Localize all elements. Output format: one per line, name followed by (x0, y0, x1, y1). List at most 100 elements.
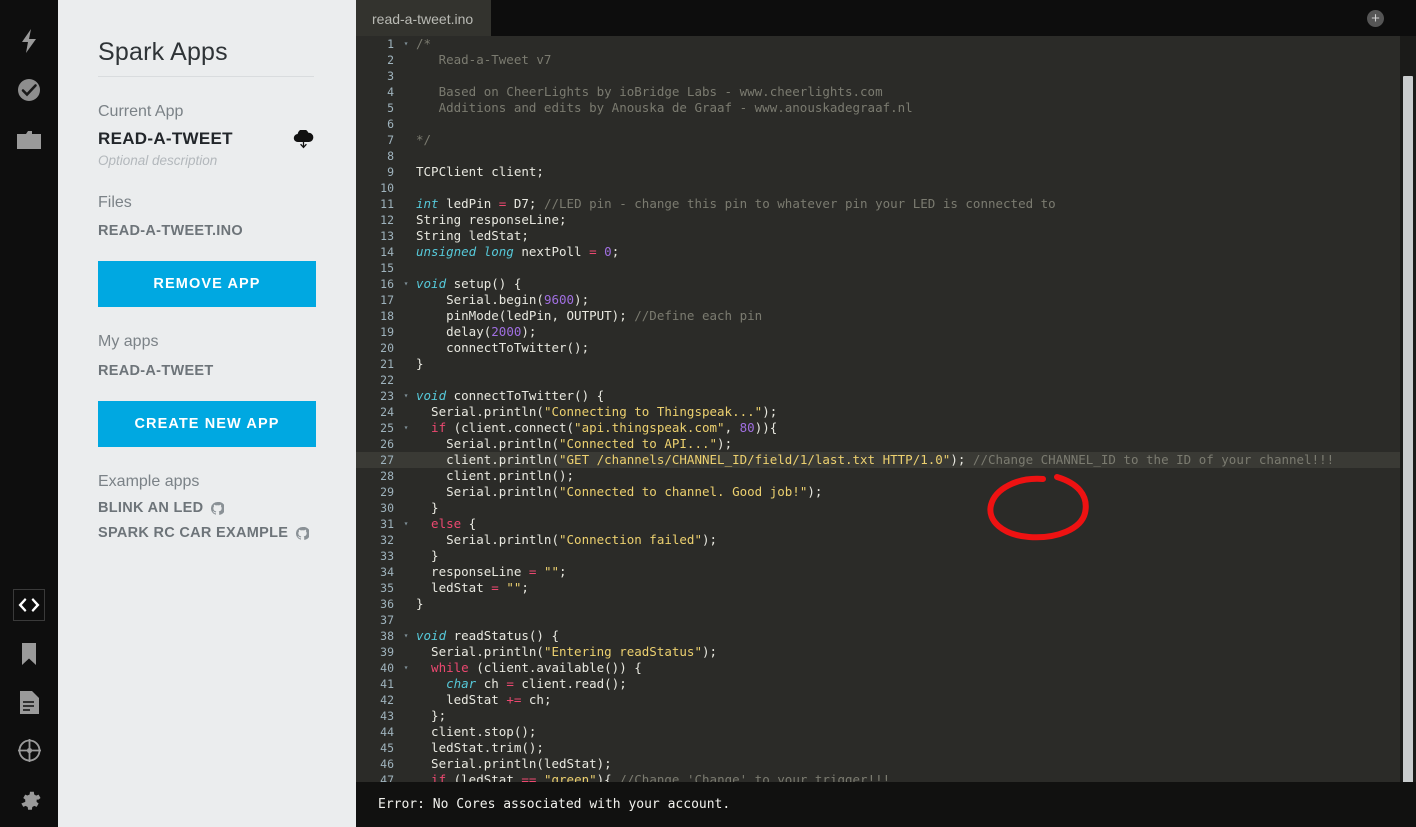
add-tab-icon[interactable]: + (1367, 10, 1384, 27)
code-line[interactable]: 8 (356, 148, 1416, 164)
line-number: 27 (380, 453, 394, 467)
code-line[interactable]: 17 Serial.begin(9600); (356, 292, 1416, 308)
code-line[interactable]: 31 ▾ else { (356, 516, 1416, 532)
github-icon[interactable] (211, 501, 225, 515)
line-number: 1 (387, 37, 394, 51)
folder-icon[interactable] (14, 124, 44, 154)
current-app-label: Current App (98, 103, 184, 120)
code-line[interactable]: 28 client.println(); (356, 468, 1416, 484)
code-line[interactable]: 24 Serial.println("Connecting to Thingsp… (356, 404, 1416, 420)
code-line[interactable]: 26 Serial.println("Connected to API...")… (356, 436, 1416, 452)
gear-icon[interactable] (14, 783, 44, 813)
code-line[interactable]: 15 (356, 260, 1416, 276)
code-line[interactable]: 34 responseLine = ""; (356, 564, 1416, 580)
tab-read-a-tweet-ino[interactable]: read-a-tweet.ino (356, 0, 492, 36)
code-line[interactable]: 13 String ledStat; (356, 228, 1416, 244)
rail-bottom-group (0, 589, 58, 813)
code-line[interactable]: 3 (356, 68, 1416, 84)
code-editor[interactable]: 1 ▾ /* 2 Read-a-Tweet v7 3 4 Based on CheerLi… (356, 36, 1416, 782)
fold-toggle-icon[interactable]: ▾ (400, 628, 412, 644)
create-new-app-button[interactable]: CREATE NEW APP (98, 401, 316, 447)
code-line[interactable]: 40 ▾ while (client.available()) { (356, 660, 1416, 676)
code-line[interactable]: 7 */ (356, 132, 1416, 148)
line-number: 44 (380, 725, 394, 739)
code-line[interactable]: 19 delay(2000); (356, 324, 1416, 340)
file-item[interactable]: READ-A-TWEET.INO (98, 223, 314, 239)
code-line[interactable]: 16 ▾ void setup() { (356, 276, 1416, 292)
code-line[interactable]: 45 ledStat.trim(); (356, 740, 1416, 756)
code-text: responseLine = ""; (416, 564, 567, 579)
code-text: Serial.println("Connected to API..."); (416, 436, 733, 451)
code-line[interactable]: 29 Serial.println("Connected to channel.… (356, 484, 1416, 500)
code-line[interactable]: 33 } (356, 548, 1416, 564)
fold-toggle-icon[interactable]: ▾ (400, 388, 412, 404)
bookmark-icon[interactable] (14, 639, 44, 669)
code-line[interactable]: 12 String responseLine; (356, 212, 1416, 228)
code-line[interactable]: 20 connectToTwitter(); (356, 340, 1416, 356)
code-line[interactable]: 25 ▾ if (client.connect("api.thingspeak.c… (356, 420, 1416, 436)
target-icon[interactable] (14, 735, 44, 765)
line-number: 17 (380, 293, 394, 307)
example-app-item[interactable]: BLINK AN LED (98, 500, 314, 516)
code-line[interactable]: 41 char ch = client.read(); (356, 676, 1416, 692)
code-brackets-icon[interactable] (13, 589, 45, 621)
code-text: ledStat.trim(); (416, 740, 544, 755)
code-line[interactable]: 44 client.stop(); (356, 724, 1416, 740)
code-text: /* (416, 36, 432, 51)
document-icon[interactable] (14, 687, 44, 717)
cloud-download-icon[interactable] (293, 129, 314, 149)
line-number: 31 (380, 517, 394, 531)
line-number: 35 (380, 581, 394, 595)
fold-toggle-icon[interactable]: ▾ (400, 276, 412, 292)
fold-toggle-icon[interactable]: ▾ (400, 420, 412, 436)
code-line[interactable]: 9 TCPClient client; (356, 164, 1416, 180)
line-number: 36 (380, 597, 394, 611)
code-line[interactable]: 46 Serial.println(ledStat); (356, 756, 1416, 772)
example-app-item[interactable]: SPARK RC CAR EXAMPLE (98, 525, 314, 541)
remove-app-button[interactable]: REMOVE APP (98, 261, 316, 307)
line-number: 39 (380, 645, 394, 659)
code-line[interactable]: 32 Serial.println("Connection failed"); (356, 532, 1416, 548)
line-number: 18 (380, 309, 394, 323)
code-line[interactable]: 39 Serial.println("Entering readStatus")… (356, 644, 1416, 660)
code-lines[interactable]: 1 ▾ /* 2 Read-a-Tweet v7 3 4 Based on CheerLi… (356, 36, 1416, 782)
code-text: unsigned long nextPoll = 0; (416, 244, 620, 259)
code-line[interactable]: 11 int ledPin = D7; //LED pin - change th… (356, 196, 1416, 212)
line-number: 16 (380, 277, 394, 291)
editor-scrollbar-thumb[interactable] (1403, 76, 1413, 816)
code-line[interactable]: 38 ▾ void readStatus() { (356, 628, 1416, 644)
check-circle-icon[interactable] (14, 75, 44, 105)
github-icon[interactable] (296, 526, 310, 540)
code-line[interactable]: 1 ▾ /* (356, 36, 1416, 52)
code-line[interactable]: 36} (356, 596, 1416, 612)
code-line[interactable]: 42 ledStat += ch; (356, 692, 1416, 708)
code-line[interactable]: 2 Read-a-Tweet v7 (356, 52, 1416, 68)
line-number: 30 (380, 501, 394, 515)
code-line[interactable]: 23 ▾ void connectToTwitter() { (356, 388, 1416, 404)
code-line[interactable]: 21} (356, 356, 1416, 372)
code-line[interactable]: 6 (356, 116, 1416, 132)
code-line[interactable]: 22 (356, 372, 1416, 388)
code-line[interactable]: 14 unsigned long nextPoll = 0; (356, 244, 1416, 260)
code-line[interactable]: 43 }; (356, 708, 1416, 724)
editor-scrollbar-track[interactable] (1400, 36, 1416, 816)
code-line[interactable]: 30 } (356, 500, 1416, 516)
code-line[interactable]: 18 pinMode(ledPin, OUTPUT); //Define eac… (356, 308, 1416, 324)
line-number: 46 (380, 757, 394, 771)
fold-toggle-icon[interactable]: ▾ (400, 660, 412, 676)
lightning-icon[interactable] (14, 26, 44, 56)
code-text: void connectToTwitter() { (416, 388, 605, 403)
code-line[interactable]: 27 client.println("GET /channels/CHANNEL… (356, 452, 1416, 468)
fold-toggle-icon[interactable]: ▾ (400, 516, 412, 532)
code-line[interactable]: 35 ledStat = ""; (356, 580, 1416, 596)
code-line[interactable]: 10 (356, 180, 1416, 196)
fold-toggle-icon[interactable]: ▾ (400, 36, 412, 52)
code-line[interactable]: 4 Based on CheerLights by ioBridge Labs … (356, 84, 1416, 100)
code-line[interactable]: 47 if (ledStat == "green"){ //Change 'Ch… (356, 772, 1416, 782)
line-number: 6 (387, 117, 394, 131)
code-line[interactable]: 37 (356, 612, 1416, 628)
code-line[interactable]: 5 Additions and edits by Anouska de Graa… (356, 100, 1416, 116)
code-text: pinMode(ledPin, OUTPUT); //Define each p… (416, 308, 763, 323)
code-text: }; (416, 708, 447, 723)
my-app-item[interactable]: READ-A-TWEET (98, 363, 314, 379)
